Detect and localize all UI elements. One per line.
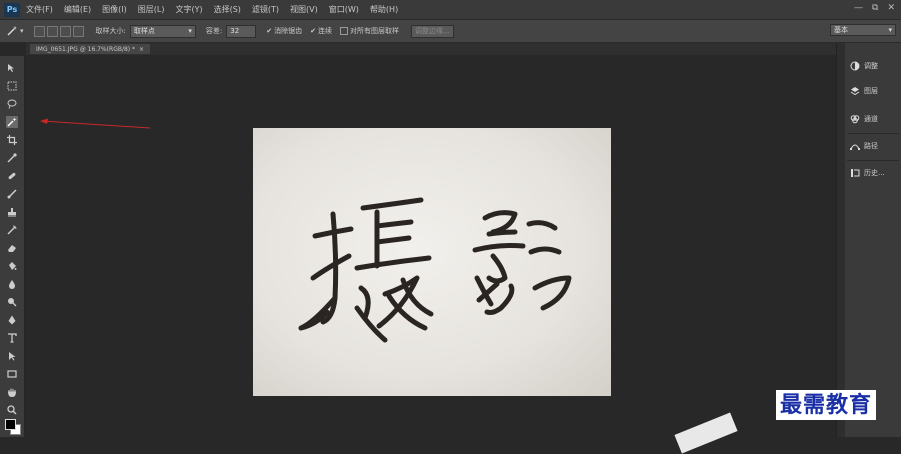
magic-wand-icon[interactable] [6, 116, 18, 128]
panel-label: 历史... [864, 169, 885, 177]
path-select-icon[interactable] [6, 350, 18, 362]
intersect-selection-icon[interactable] [72, 25, 84, 37]
foreground-color-swatch[interactable] [5, 419, 16, 430]
paint-bucket-icon[interactable] [6, 260, 18, 272]
panel-paths[interactable]: 路径 [850, 136, 878, 156]
panel-divider [847, 160, 899, 161]
eraser-icon[interactable] [6, 242, 18, 254]
document-tab-bar: IMG_0651.JPG @ 16.7%(RGB/8) * × [26, 43, 836, 55]
panel-divider [847, 133, 899, 134]
check-icon: ✔ [266, 27, 273, 35]
panel-history[interactable]: 历史... [850, 163, 885, 183]
document-image[interactable] [253, 128, 611, 396]
panel-label: 通道 [864, 115, 878, 123]
menu-view[interactable]: 视图(V) [290, 4, 318, 15]
document-tab[interactable]: IMG_0651.JPG @ 16.7%(RGB/8) * × [30, 44, 151, 54]
magic-wand-icon [7, 26, 17, 36]
document-title: IMG_0651.JPG @ 16.7%(RGB/8) * [36, 45, 136, 53]
layers-icon [850, 87, 860, 96]
app-logo: Ps [4, 2, 20, 17]
subtract-selection-icon[interactable] [59, 25, 71, 37]
refine-edge-button[interactable]: 调整边缘... [410, 24, 454, 38]
dodge-icon[interactable] [6, 296, 18, 308]
minimize-button[interactable]: — [854, 3, 863, 13]
type-icon[interactable] [6, 332, 18, 344]
new-selection-icon[interactable] [33, 25, 45, 37]
lasso-icon[interactable] [6, 98, 18, 110]
paths-icon [850, 144, 860, 150]
contiguous-checkbox[interactable]: ✔ 连续 [310, 26, 332, 36]
tool-preset-picker[interactable]: ▾ [6, 25, 24, 37]
panel-label: 图层 [864, 87, 878, 95]
restore-button[interactable]: ⧉ [872, 3, 878, 13]
brush-icon[interactable] [6, 188, 18, 200]
rectangle-icon[interactable] [6, 368, 18, 380]
menu-filter[interactable]: 滤镜(T) [252, 4, 279, 15]
window-controls: — ⧉ ✕ [854, 3, 895, 13]
marquee-icon[interactable] [6, 80, 18, 92]
menu-type[interactable]: 文字(Y) [175, 4, 202, 15]
history-brush-icon[interactable] [6, 224, 18, 236]
sample-size-value: 取样点 [133, 27, 155, 35]
annotation-arrow [40, 118, 151, 129]
tolerance-input[interactable]: 32 [226, 24, 257, 38]
all-layers-checkbox[interactable]: 对所有图层取样 [339, 26, 399, 36]
adjustments-icon [850, 61, 860, 71]
sample-size-select[interactable]: 取样点 ▾ [129, 24, 196, 38]
hand-icon[interactable] [6, 386, 18, 398]
close-button[interactable]: ✕ [887, 3, 895, 13]
chevron-down-icon: ▾ [888, 26, 892, 34]
selection-mode-buttons[interactable] [33, 25, 86, 37]
panel-dock-strip [837, 43, 845, 437]
chevron-down-icon: ▾ [188, 27, 192, 35]
menu-window[interactable]: 窗口(W) [329, 4, 359, 15]
tools-panel [0, 56, 25, 437]
all-layers-label: 对所有图层取样 [349, 27, 399, 35]
pen-icon[interactable] [6, 314, 18, 326]
crop-icon[interactable] [6, 134, 18, 146]
move-icon[interactable] [6, 62, 18, 74]
panel-layers[interactable]: 图层 [850, 81, 878, 101]
blur-icon[interactable] [6, 278, 18, 290]
chevron-down-icon: ▾ [20, 27, 24, 35]
menu-bar: Ps 文件(F) 编辑(E) 图像(I) 图层(L) 文字(Y) 选择(S) 滤… [0, 0, 901, 20]
clone-stamp-icon[interactable] [6, 206, 18, 218]
sample-size-label: 取样大小: [95, 27, 126, 35]
close-tab-icon[interactable]: × [139, 46, 144, 53]
tolerance-label: 容差: [205, 27, 223, 35]
panel-label: 调整 [864, 62, 878, 70]
menu-layer[interactable]: 图层(L) [138, 4, 165, 15]
panel-label: 路径 [864, 142, 878, 150]
calligraphy-strokes [298, 197, 572, 343]
antialias-checkbox[interactable]: ✔ 消除锯齿 [266, 26, 302, 36]
history-icon [851, 169, 860, 177]
healing-brush-icon[interactable] [6, 170, 18, 182]
eyedropper-icon[interactable] [6, 152, 18, 164]
check-icon: ✔ [310, 27, 316, 35]
watermark: 最需教育 [776, 390, 877, 420]
workspace-select[interactable]: 基本 ▾ [830, 24, 896, 36]
menu-image[interactable]: 图像(I) [102, 4, 127, 15]
panel-channels[interactable]: 通道 [850, 109, 878, 129]
menu-select[interactable]: 选择(S) [214, 4, 241, 15]
checkbox-box [339, 27, 348, 35]
menu-edit[interactable]: 编辑(E) [64, 4, 91, 15]
contiguous-label: 连续 [317, 27, 332, 35]
channels-icon [850, 115, 860, 124]
workspace-value: 基本 [834, 26, 848, 34]
add-selection-icon[interactable] [46, 25, 58, 37]
options-bar: ▾ 取样大小: 取样点 ▾ 容差: 32 ✔ 消除锯齿 ✔ 连续 对所有图层取样… [0, 20, 901, 43]
zoom-icon[interactable] [6, 404, 18, 416]
panel-adjustments[interactable]: 调整 [850, 56, 878, 76]
panel-dock: 调整 图层 通道 路径 历史... [836, 43, 901, 437]
menu-file[interactable]: 文件(F) [26, 4, 53, 15]
menu-help[interactable]: 帮助(H) [370, 4, 398, 15]
antialias-label: 消除锯齿 [274, 27, 303, 35]
